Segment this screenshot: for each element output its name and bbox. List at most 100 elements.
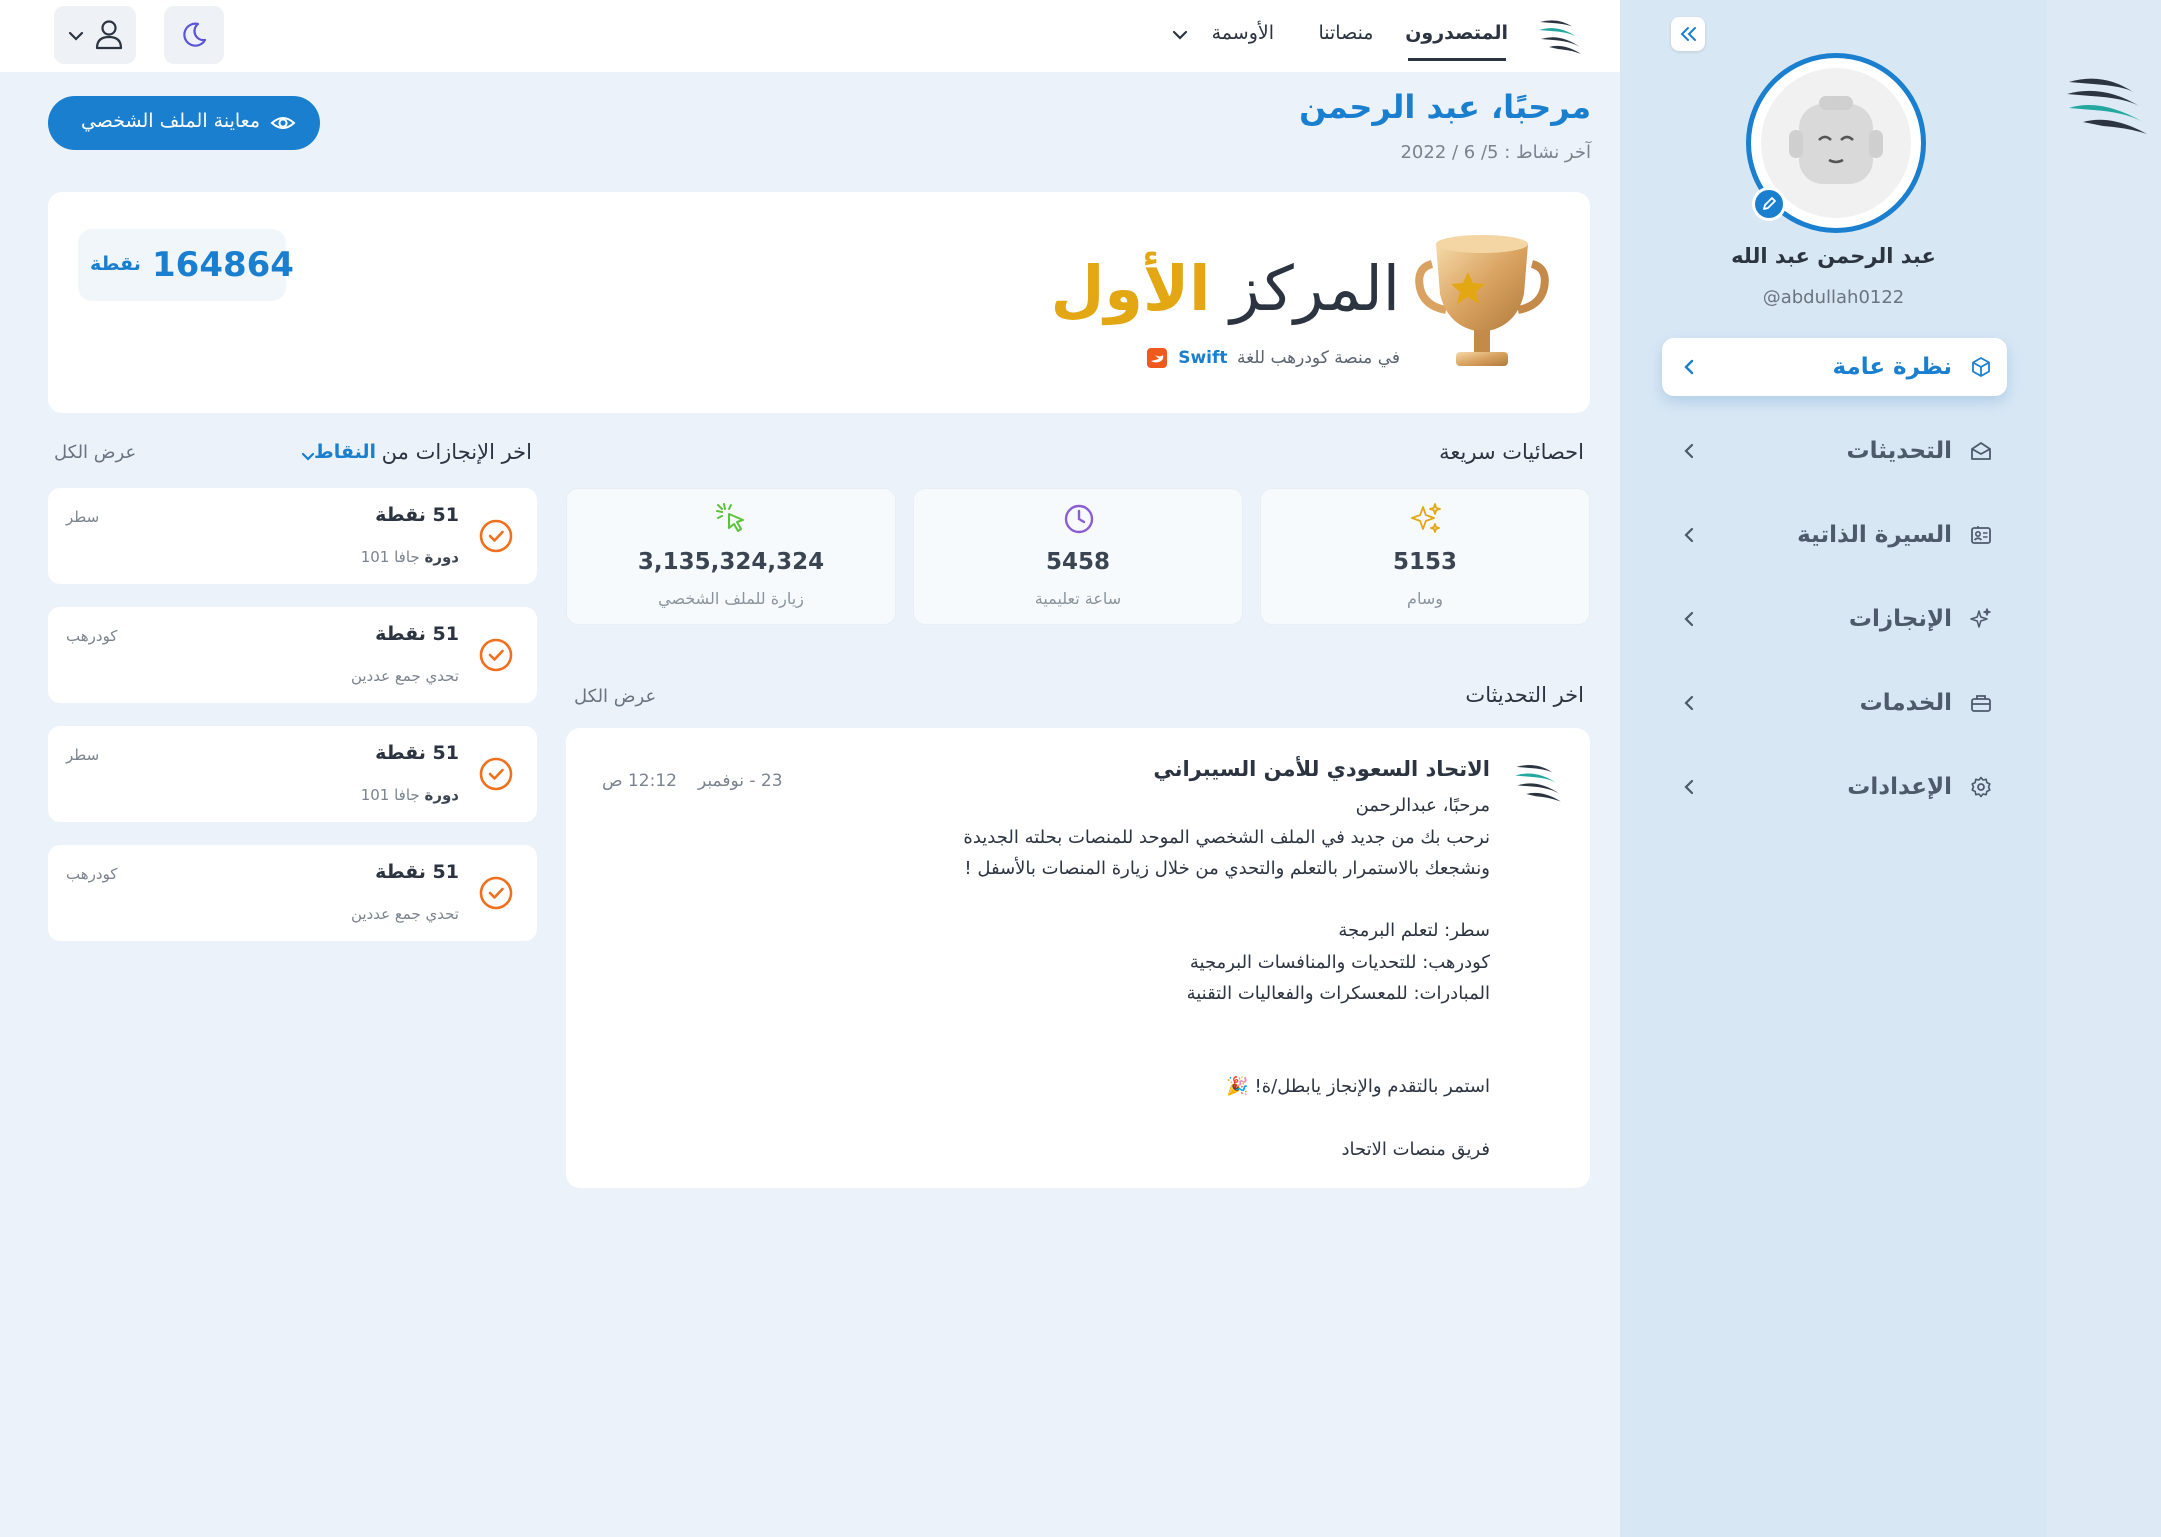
achievement-name: تحدي جمع عددين bbox=[350, 905, 459, 923]
check-circle-icon bbox=[479, 519, 513, 553]
achievements-view-all-link[interactable]: عرض الكل bbox=[54, 442, 136, 463]
rank-language: Swift bbox=[1178, 348, 1228, 368]
achievements-title: اخر الإنجازات من bbox=[381, 440, 532, 464]
achievement-detail: تحدي جمع عددين bbox=[351, 667, 459, 685]
sidebar-item-label: الخدمات bbox=[1859, 690, 1952, 716]
message-sender: الاتحاد السعودي للأمن السيبراني bbox=[1153, 757, 1490, 781]
avatar bbox=[1746, 53, 1926, 233]
cube-icon bbox=[1972, 357, 1990, 377]
clock-icon bbox=[1064, 504, 1094, 534]
id-card-icon bbox=[1971, 526, 1991, 544]
stat-card-profile-visits: 3,135,324,324 زيارة للملف الشخصي bbox=[566, 488, 896, 625]
sidebar-item-label: الإعدادات bbox=[1847, 774, 1952, 800]
achievement-points: 51 نقطة bbox=[375, 623, 459, 645]
preview-profile-button[interactable]: معاينة الملف الشخصي bbox=[48, 96, 320, 150]
updates-title: اخر التحديثات bbox=[1465, 683, 1584, 707]
message-line: مرحبًا، عبدالرحمن bbox=[1355, 795, 1490, 816]
preview-profile-label: معاينة الملف الشخصي bbox=[80, 110, 260, 132]
sidebar-item-resume[interactable]: السيرة الذاتية bbox=[1662, 506, 2007, 564]
achievement-detail: دورة جافا 101 bbox=[361, 548, 459, 566]
rank-title-highlight: الأول bbox=[1050, 252, 1211, 325]
rank-title-prefix: المركز bbox=[1230, 252, 1400, 325]
check-circle-icon bbox=[479, 638, 513, 672]
message-time: 12:12 ص bbox=[602, 771, 677, 791]
sidebar-item-settings[interactable]: الإعدادات bbox=[1662, 758, 2007, 816]
stat-label: ساعة تعليمية bbox=[1034, 589, 1122, 608]
sidebar-item-updates[interactable]: التحديثات bbox=[1662, 422, 2007, 480]
gear-icon bbox=[1971, 776, 1991, 798]
chevron-left-icon bbox=[1684, 779, 1694, 795]
page-title: مرحبًا، عبد الرحمن bbox=[1299, 88, 1591, 126]
achievement-name: تحدي جمع عددين bbox=[350, 667, 459, 685]
check-circle-icon bbox=[479, 757, 513, 791]
achievement-detail: تحدي جمع عددين bbox=[351, 905, 459, 923]
achievement-detail: دورة جافا 101 bbox=[361, 786, 459, 804]
achievement-points: 51 نقطة bbox=[375, 742, 459, 764]
collapse-sidebar-button[interactable] bbox=[1671, 17, 1705, 51]
nav-active-underline bbox=[1408, 58, 1506, 61]
stat-card-learning-hours: 5458 ساعة تعليمية bbox=[913, 488, 1243, 625]
achievement-platform: سطر bbox=[66, 508, 100, 526]
updates-view-all-link[interactable]: عرض الكل bbox=[574, 686, 656, 707]
achievement-platform: سطر bbox=[66, 746, 100, 764]
app-rail bbox=[2047, 0, 2161, 1537]
sparkle-icon bbox=[1970, 608, 1991, 628]
stat-card-badges: 5153 وسام bbox=[1260, 488, 1590, 625]
chevron-left-icon bbox=[1684, 695, 1694, 711]
achievements-filter-label: النقاط bbox=[314, 441, 376, 463]
achievement-card: 51 نقطة دورة جافا 101 سطر bbox=[48, 726, 537, 822]
user-name: عبد الرحمن عبد الله bbox=[1731, 244, 1936, 268]
chevron-left-icon bbox=[1684, 443, 1694, 459]
achievement-card: 51 نقطة تحدي جمع عددين كودرهب bbox=[48, 845, 537, 941]
message-line: نرحب بك من جديد في الملف الشخصي الموحد ل… bbox=[963, 827, 1490, 848]
double-chevron-left-icon bbox=[1680, 27, 1696, 41]
user-icon bbox=[95, 20, 123, 50]
sidebar-item-services[interactable]: الخدمات bbox=[1662, 674, 2007, 732]
nav-platforms-link[interactable]: منصاتنا bbox=[1306, 22, 1386, 44]
rank-card: المركز الأول في منصة كودرهب للغة Swift 1… bbox=[48, 192, 1590, 413]
message-line: استمر بالتقدم والإنجاز يابطل/ة! 🎉 bbox=[1226, 1076, 1490, 1097]
stat-label: وسام bbox=[1407, 589, 1443, 608]
chevron-left-icon bbox=[1684, 359, 1694, 375]
chevron-left-icon bbox=[1684, 611, 1694, 627]
user-handle: @abdullah0122 bbox=[1762, 287, 1905, 308]
moon-icon bbox=[183, 22, 207, 47]
stat-value: 3,135,324,324 bbox=[637, 549, 825, 575]
points-label: نقطة bbox=[90, 253, 141, 275]
sidebar-item-achievements[interactable]: الإنجازات bbox=[1662, 590, 2007, 648]
chevron-left-icon bbox=[1684, 527, 1694, 543]
quick-stats-title: احصائيات سريعة bbox=[1439, 440, 1584, 464]
logo-icon[interactable] bbox=[2063, 68, 2149, 138]
theme-toggle-button[interactable] bbox=[164, 6, 224, 64]
achievement-points: 51 نقطة bbox=[375, 504, 459, 526]
achievements-filter-dropdown[interactable]: النقاط bbox=[298, 440, 378, 470]
pencil-icon bbox=[1763, 197, 1776, 210]
user-menu-button[interactable] bbox=[54, 6, 136, 64]
nav-badges-dropdown[interactable]: الأوسمة bbox=[1168, 18, 1274, 54]
top-navbar: الأوسمة منصاتنا المتصدرون bbox=[0, 0, 1620, 72]
briefcase-icon bbox=[1971, 695, 1991, 712]
achievement-card: 51 نقطة دورة جافا 101 سطر bbox=[48, 488, 537, 584]
achievement-points: 51 نقطة bbox=[375, 861, 459, 883]
chevron-down-icon bbox=[68, 31, 84, 41]
sidebar-item-label: الإنجازات bbox=[1848, 606, 1952, 632]
points-box: 164864 نقطة bbox=[78, 229, 294, 301]
mail-open-icon bbox=[1971, 442, 1991, 460]
achievement-card: 51 نقطة تحدي جمع عددين كودرهب bbox=[48, 607, 537, 703]
points-value: 164864 bbox=[152, 245, 294, 285]
message-line: ونشجعك بالاستمرار بالتعلم والتحدي من خلا… bbox=[964, 858, 1490, 879]
achievement-type: دورة bbox=[424, 548, 459, 566]
edit-avatar-button[interactable] bbox=[1752, 187, 1786, 221]
rank-subtitle-text: في منصة كودرهب للغة bbox=[1236, 348, 1400, 368]
sidebar-item-overview[interactable]: نظرة عامة bbox=[1662, 338, 2007, 396]
message-date: 23 - نوفمبر bbox=[698, 771, 783, 791]
sparkles-icon bbox=[1411, 503, 1441, 533]
achievement-type: دورة bbox=[424, 786, 459, 804]
brand-logo-icon[interactable] bbox=[1536, 14, 1582, 56]
message-line: كودرهب: للتحديات والمنافسات البرمجية bbox=[1189, 952, 1490, 973]
stat-value: 5458 bbox=[1045, 549, 1110, 575]
rank-subtitle: في منصة كودرهب للغة Swift bbox=[1146, 348, 1400, 368]
update-message-card[interactable]: الاتحاد السعودي للأمن السيبراني 23 - نوف… bbox=[566, 728, 1590, 1188]
nav-leaderboard-link[interactable]: المتصدرون bbox=[1405, 22, 1508, 44]
achievement-platform: كودرهب bbox=[66, 627, 118, 645]
